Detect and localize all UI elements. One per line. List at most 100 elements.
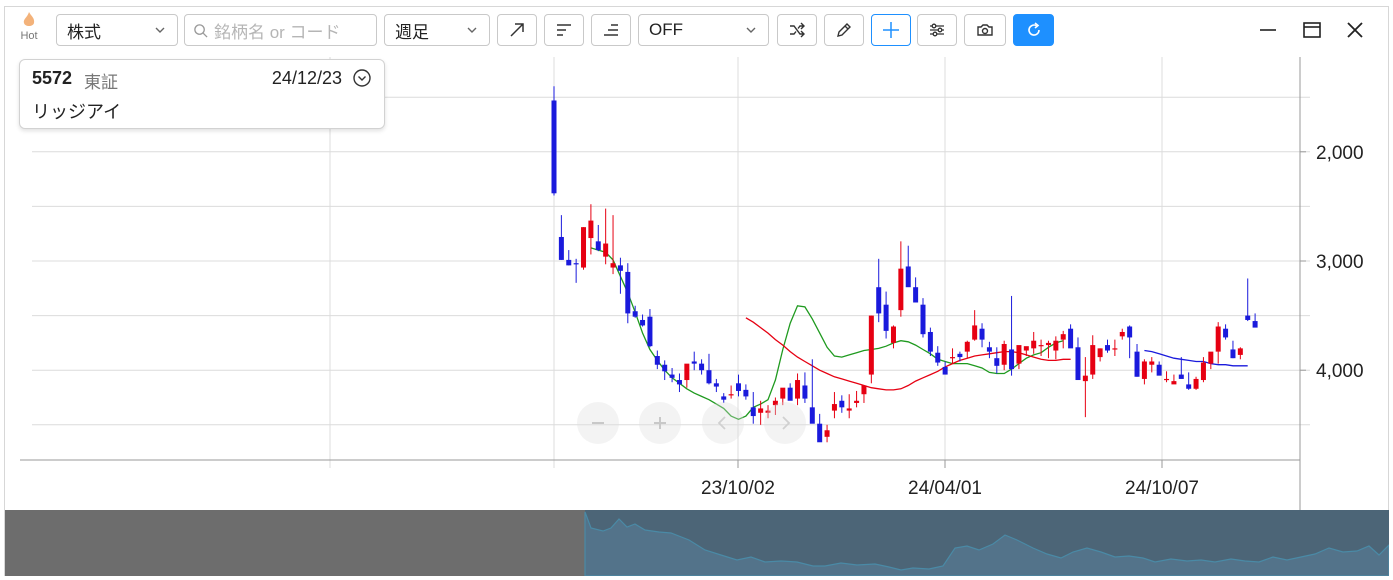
search-input[interactable]: 銘柄名 or コード (184, 14, 377, 46)
candle (935, 346, 941, 366)
shuffle-icon (790, 22, 805, 38)
draw-button[interactable] (824, 14, 864, 46)
chevron-down-circle-icon[interactable] (352, 68, 372, 88)
candle-body (898, 268, 904, 311)
candle-body (876, 287, 882, 314)
shuffle-button[interactable] (777, 14, 817, 46)
candle (817, 413, 823, 443)
candle (1082, 357, 1088, 418)
candle (1031, 331, 1037, 354)
candle-body (1082, 375, 1088, 382)
range-navigator[interactable] (5, 510, 1389, 576)
candle (558, 215, 564, 260)
candle (979, 323, 985, 348)
period-select[interactable]: 週足 (384, 14, 490, 46)
candle-body (986, 347, 992, 352)
candle-body (1178, 374, 1184, 379)
candle-body (861, 385, 867, 395)
refresh-button[interactable] (1013, 14, 1054, 46)
x-tick-label: 23/10/02 (701, 478, 775, 499)
candle (898, 241, 904, 317)
candle (876, 258, 882, 323)
y-axis: 4,000 3,000 2,000 (1300, 143, 1364, 382)
align-left-icon (557, 24, 571, 36)
candle (610, 215, 616, 275)
candle (1134, 343, 1140, 377)
candle-body (573, 263, 579, 265)
candle-body (1075, 347, 1081, 381)
candle (1141, 359, 1147, 385)
align-left-button[interactable] (544, 14, 584, 46)
chevron-down-icon (467, 27, 477, 33)
candle (699, 359, 705, 375)
maximize-icon[interactable] (1300, 18, 1324, 42)
candle-body (787, 387, 793, 401)
candle-body (868, 315, 874, 375)
search-placeholder: 銘柄名 or コード (214, 22, 341, 42)
candle (1009, 295, 1015, 376)
candle-body (551, 100, 557, 194)
stock-code: 5572 (32, 68, 73, 88)
candle (802, 372, 808, 403)
period-select-value: 週足 (395, 22, 429, 42)
candle-body (1171, 381, 1177, 385)
candle (1119, 328, 1125, 340)
candle-body (890, 326, 896, 343)
candle (942, 361, 948, 375)
candle-body (743, 389, 749, 397)
scroll-right-button[interactable] (764, 402, 806, 444)
x-tick-label: 24/10/07 (1125, 478, 1199, 499)
crosshair-button[interactable] (871, 14, 911, 46)
indicator-select[interactable]: OFF (638, 14, 769, 46)
candle-body (1200, 362, 1206, 381)
candle-body (839, 400, 845, 408)
candle (1097, 348, 1103, 362)
candle-body (1097, 348, 1103, 358)
candle-body (1045, 342, 1051, 346)
candle (986, 341, 992, 359)
candle (1223, 324, 1229, 340)
candle-body (1223, 328, 1229, 338)
candle-body (758, 408, 764, 413)
hot-button[interactable]: Hot (14, 12, 44, 48)
settings-button[interactable] (917, 14, 957, 46)
zoom-out-button[interactable] (577, 402, 619, 444)
candle (551, 86, 557, 196)
close-icon[interactable] (1343, 18, 1367, 42)
candle (861, 385, 867, 403)
zoom-in-button[interactable] (639, 402, 681, 444)
ma-mid-line (745, 317, 1071, 391)
candle (787, 383, 793, 401)
candle-body (610, 263, 616, 268)
candle (824, 424, 830, 443)
screenshot-button[interactable] (964, 14, 1006, 46)
candle (972, 310, 978, 341)
candle-body (654, 356, 660, 365)
candle-body (1112, 348, 1118, 350)
candle-body (1060, 334, 1066, 340)
candle (581, 227, 587, 270)
candle-body (558, 236, 564, 260)
sliders-icon (930, 23, 944, 37)
candle-body (588, 220, 594, 239)
candle-body (1215, 326, 1221, 352)
candle-body (927, 331, 933, 352)
candle-body (1193, 378, 1199, 389)
candle-body (1164, 378, 1170, 381)
candle-body (1119, 331, 1125, 337)
candle (846, 394, 852, 419)
market-select[interactable]: 株式 (56, 14, 178, 46)
candle (706, 353, 712, 385)
align-right-button[interactable] (591, 14, 631, 46)
candle (713, 378, 719, 393)
candle (1112, 339, 1118, 357)
scroll-left-button[interactable] (702, 402, 744, 444)
minimize-icon[interactable] (1256, 18, 1280, 42)
candle-body (979, 328, 985, 340)
candle (736, 374, 741, 397)
candle (728, 385, 734, 399)
trendline-button[interactable] (497, 14, 537, 46)
candle-body (1245, 315, 1251, 320)
candle (603, 208, 609, 265)
candle (883, 291, 889, 339)
